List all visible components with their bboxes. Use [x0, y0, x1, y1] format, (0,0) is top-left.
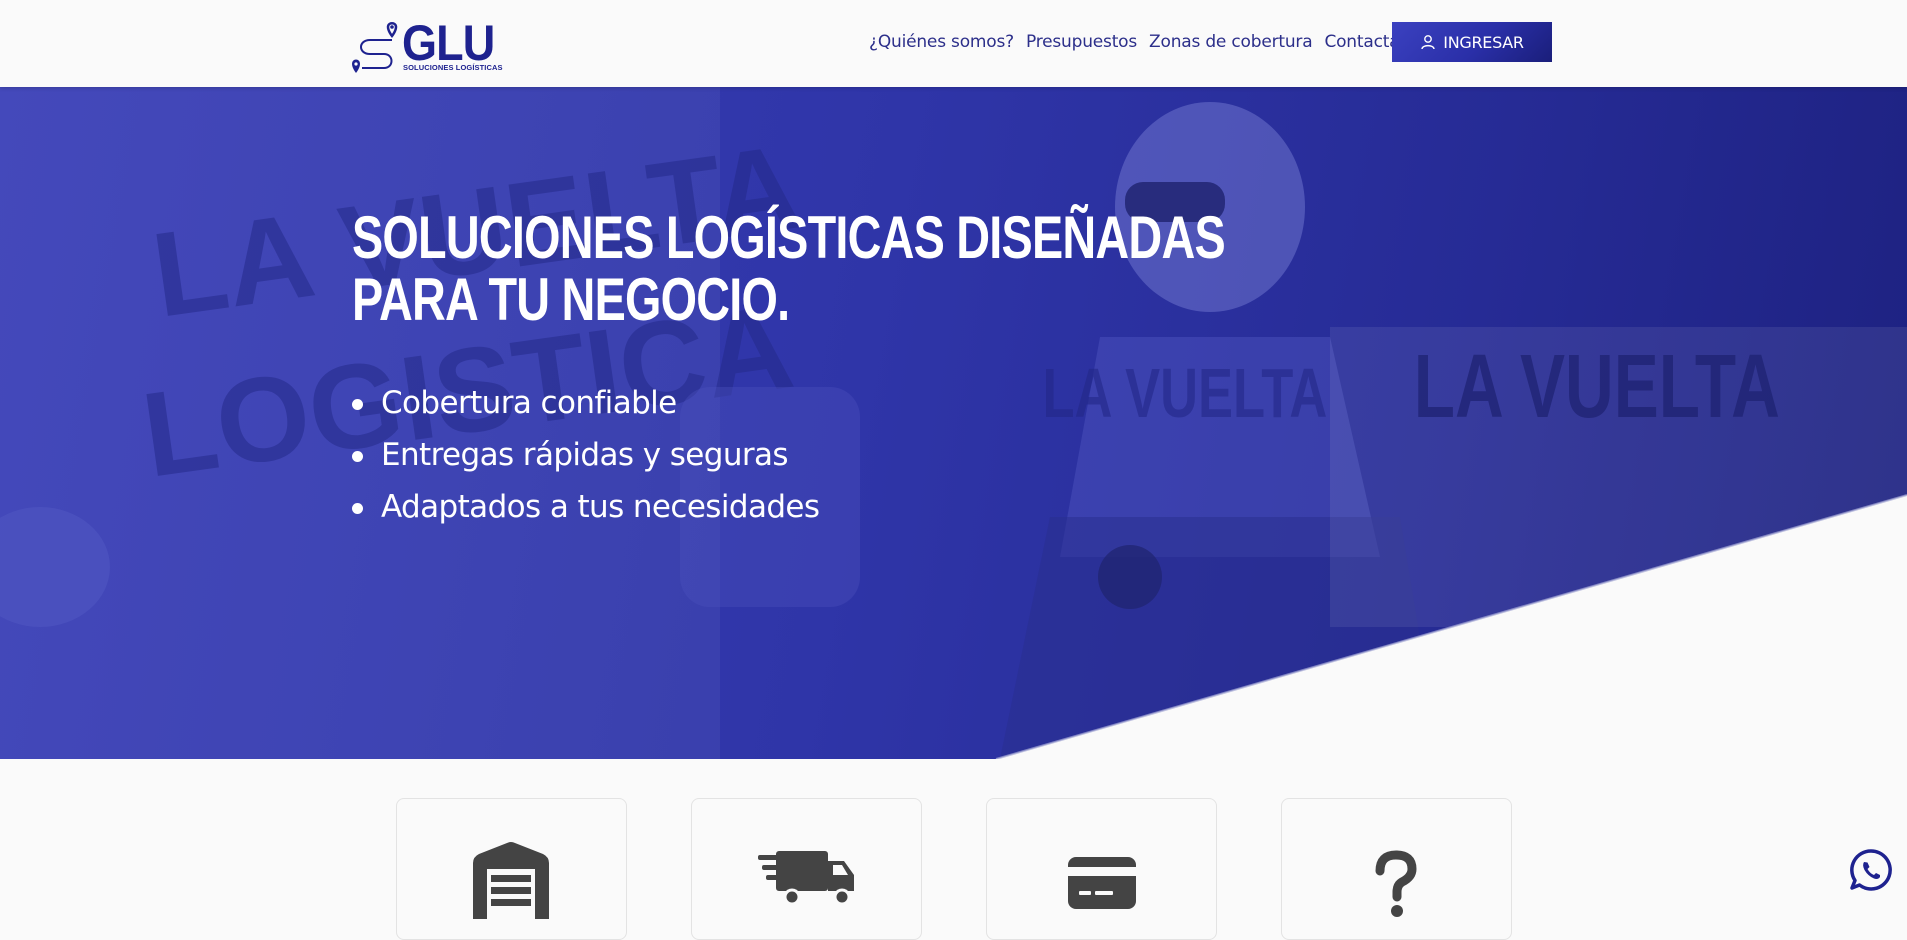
- hero-bullet-coverage: Cobertura confiable: [352, 377, 819, 429]
- hero-diagonal-cut: [995, 494, 1907, 759]
- whatsapp-button[interactable]: [1849, 848, 1893, 892]
- question-icon: [1375, 850, 1417, 917]
- feature-card-help[interactable]: [1281, 798, 1512, 940]
- main-nav: ¿Quiénes somos? Presupuestos Zonas de co…: [869, 32, 1418, 52]
- nav-link-coverage[interactable]: Zonas de cobertura: [1149, 32, 1313, 52]
- feature-card-payment[interactable]: [986, 798, 1217, 940]
- warehouse-icon: [473, 842, 549, 919]
- hero-bullet-adapted: Adaptados a tus necesidades: [352, 481, 820, 533]
- logo-subtitle: SOLUCIONES LOGÍSTICAS: [403, 63, 503, 72]
- user-icon: [1421, 35, 1435, 50]
- login-label: INGRESAR: [1443, 32, 1524, 52]
- glu-logo[interactable]: GLU SOLUCIONES LOGÍSTICAS: [350, 15, 503, 74]
- hero-title-line-2: PARA TU NEGOCIO.: [352, 266, 790, 333]
- hero-bullet-list: Cobertura confiable Entregas rápidas y s…: [352, 377, 820, 533]
- hero-title-line-1: SOLUCIONES LOGÍSTICAS DISEÑADAS: [352, 204, 1226, 271]
- nav-link-about[interactable]: ¿Quiénes somos?: [869, 32, 1014, 52]
- feature-card-warehouse[interactable]: [396, 798, 627, 940]
- whatsapp-icon: [1850, 849, 1892, 891]
- delivery-truck-icon: [758, 851, 854, 906]
- route-pin-icon: [352, 22, 398, 73]
- hero-title: SOLUCIONES LOGÍSTICAS DISEÑADAS PARA TU …: [352, 204, 1226, 333]
- hero-bullet-delivery: Entregas rápidas y seguras: [352, 429, 819, 481]
- login-button[interactable]: INGRESAR: [1392, 22, 1552, 62]
- nav-link-quotes[interactable]: Presupuestos: [1026, 32, 1137, 52]
- hero-section: LA VUELTA LOGISTICA LA VUELTA LA VUELTA …: [0, 87, 1907, 759]
- feature-card-delivery[interactable]: [691, 798, 922, 940]
- site-header: GLU SOLUCIONES LOGÍSTICAS ¿Quiénes somos…: [0, 0, 1907, 87]
- features-section: [0, 798, 1907, 940]
- logo-wordmark: GLU: [402, 15, 495, 71]
- credit-card-icon: [1068, 857, 1136, 909]
